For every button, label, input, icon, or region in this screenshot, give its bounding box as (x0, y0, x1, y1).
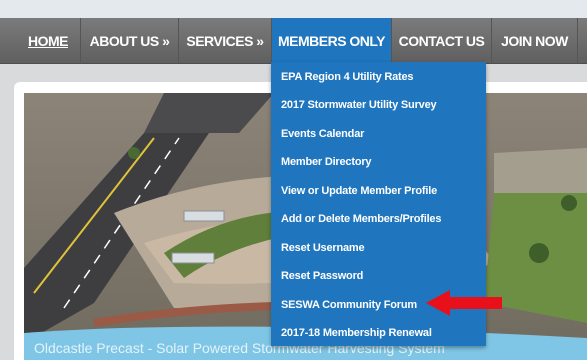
menu-item-reset-username[interactable]: Reset Username (271, 234, 486, 262)
menu-item-2017-18-membership-renewal[interactable]: 2017-18 Membership Renewal (271, 319, 486, 347)
nav-services[interactable]: SERVICES » (179, 18, 272, 64)
menu-item-member-directory[interactable]: Member Directory (271, 148, 486, 176)
nav-join-now[interactable]: JOIN NOW (492, 18, 578, 64)
menu-item-2017-stormwater-utility-survey[interactable]: 2017 Stormwater Utility Survey (271, 91, 486, 119)
main-nav: HOME ABOUT US » SERVICES » MEMBERS ONLY … (0, 18, 587, 64)
nav-about-us[interactable]: ABOUT US » (81, 18, 179, 64)
top-band (0, 0, 587, 18)
nav-contact-us[interactable]: CONTACT US (392, 18, 492, 64)
red-arrow-icon (426, 290, 502, 316)
menu-item-add-or-delete-members-profiles[interactable]: Add or Delete Members/Profiles (271, 205, 486, 233)
menu-item-epa-region-4-utility-rates[interactable]: EPA Region 4 Utility Rates (271, 63, 486, 91)
nav-home[interactable]: HOME (16, 18, 81, 64)
menu-item-reset-password[interactable]: Reset Password (271, 262, 486, 290)
nav-members-only[interactable]: MEMBERS ONLY (272, 18, 392, 64)
menu-item-events-calendar[interactable]: Events Calendar (271, 120, 486, 148)
menu-item-view-or-update-member-profile[interactable]: View or Update Member Profile (271, 177, 486, 205)
